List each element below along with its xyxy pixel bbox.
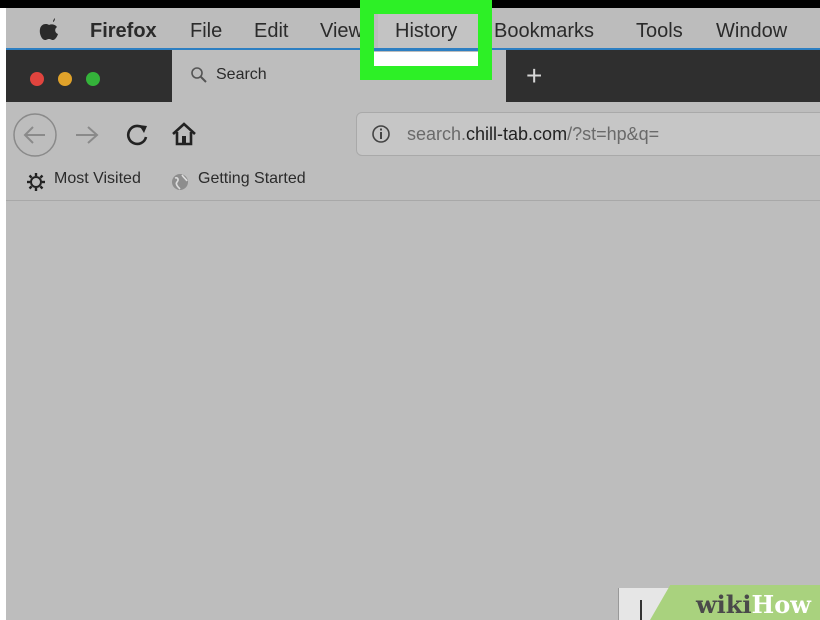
menu-bookmarks[interactable]: Bookmarks xyxy=(494,20,594,43)
globe-icon xyxy=(172,174,188,190)
back-button[interactable] xyxy=(12,112,58,158)
bookmark-most-visited[interactable]: Most Visited xyxy=(54,170,141,188)
watermark-how: How xyxy=(751,590,811,619)
url-text: search.chill-tab.com/?st=hp&q= xyxy=(407,124,659,145)
gear-icon xyxy=(27,173,45,191)
menu-app-name[interactable]: Firefox xyxy=(90,20,157,43)
text-cursor xyxy=(640,600,642,620)
history-highlight-box xyxy=(360,0,492,80)
navigation-bar: search.chill-tab.com/?st=hp&q= xyxy=(6,102,820,162)
menu-window[interactable]: Window xyxy=(716,20,787,43)
url-suffix: /?st=hp&q= xyxy=(567,124,660,144)
new-tab-button[interactable]: + xyxy=(526,60,542,92)
reload-button[interactable] xyxy=(124,122,150,148)
apple-icon[interactable] xyxy=(38,18,60,42)
menu-edit[interactable]: Edit xyxy=(254,20,288,43)
minimize-window-button[interactable] xyxy=(58,72,72,86)
watermark-logo: wikiHow xyxy=(696,590,811,619)
zoom-window-button[interactable] xyxy=(86,72,100,86)
close-window-button[interactable] xyxy=(30,72,44,86)
forward-button[interactable] xyxy=(74,124,100,146)
info-icon[interactable] xyxy=(371,124,391,144)
browser-window: Firefox File Edit View History Bookmarks… xyxy=(6,6,820,620)
tab-label: Search xyxy=(216,66,267,83)
watermark-wiki: wiki xyxy=(696,590,752,619)
menu-tools[interactable]: Tools xyxy=(636,20,683,43)
search-icon xyxy=(191,67,207,83)
address-bar[interactable]: search.chill-tab.com/?st=hp&q= xyxy=(356,112,820,156)
url-prefix: search. xyxy=(407,124,467,144)
page-content xyxy=(6,201,820,620)
bookmark-getting-started[interactable]: Getting Started xyxy=(198,170,306,188)
home-button[interactable] xyxy=(170,121,198,147)
url-domain: chill-tab.com xyxy=(466,124,568,144)
menu-file[interactable]: File xyxy=(190,20,222,43)
bookmarks-toolbar: Most Visited Getting Started xyxy=(6,162,820,201)
